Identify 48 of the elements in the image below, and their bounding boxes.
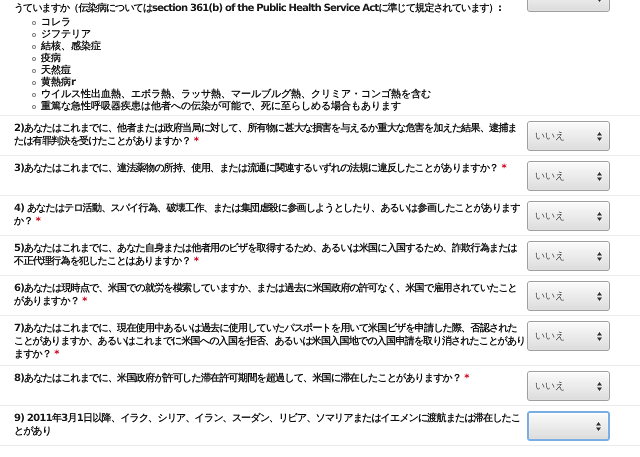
up-down-caret-icon bbox=[597, 252, 602, 260]
list-item: 重篤な急性呼吸器疾患は他者への伝染が可能で、死に至らしめる場合もあります bbox=[41, 101, 401, 113]
up-down-caret-icon bbox=[597, 382, 602, 390]
question-text: 2)あなたはこれまでに、他者または政府当局に対して、所有物に甚大な損害を与えるか重大な危害を加えた結果、逮捕または有罪判決を受けたことがありますか？ * bbox=[14, 122, 518, 148]
bullet-icon bbox=[32, 57, 36, 61]
question-text: うていますか（伝染病についてはsection 361(b) of the Public Health Service Actに準じて規定されています）: bbox=[14, 2, 502, 15]
list-item: コレラ bbox=[41, 17, 71, 29]
bullet-icon bbox=[32, 33, 36, 37]
list-item: 天然痘 bbox=[41, 65, 71, 76]
answer-dropdown[interactable] bbox=[527, 411, 610, 441]
question-text: 5)あなたはこれまでに、あなた自身または他者用のビザを取得するため、あるいは米国に入国するため、詐欺行為または不正代理行為を犯したことはありますか？ * bbox=[14, 242, 518, 268]
bullet-icon bbox=[32, 69, 36, 73]
answer-dropdown[interactable]: いいえ bbox=[527, 201, 610, 231]
list-item: ジフテリア bbox=[41, 29, 91, 40]
bullet-icon bbox=[32, 81, 36, 85]
question-text: 4) あなたはテロ活動、スパイ行為、破壊工作、または集団虐殺に参画しようとしたり、あるいは参画したことがありますか？ * bbox=[14, 202, 521, 228]
required-mark: * bbox=[36, 216, 40, 227]
list-item: 黄熱病r bbox=[41, 77, 76, 89]
answer-dropdown[interactable]: いいえ bbox=[527, 161, 610, 191]
question-text: 6)あなたは現時点で、米国での就労を模索していますか、または過去に米国政府の許可なく、米国で雇用されていたことがありますか？ * bbox=[14, 282, 518, 308]
required-mark: * bbox=[194, 256, 198, 267]
answer-dropdown[interactable]: いいえ bbox=[527, 281, 610, 311]
up-down-caret-icon bbox=[596, 422, 601, 430]
up-down-caret-icon bbox=[597, 292, 602, 300]
up-down-caret-icon bbox=[597, 172, 602, 180]
required-mark: * bbox=[501, 163, 506, 174]
list-item: ウイルス性出血熱、エボラ熱、ラッサ熱、マールブルグ熱、クリミア・コンゴ熱を含む bbox=[41, 89, 431, 100]
bullet-icon bbox=[32, 21, 36, 25]
question-text: 9) 2011年3月1日以降、イラク、シリア、イラン、スーダン、リビア、ソマリアまたはイエメンに渡航または滞在したことがあり bbox=[14, 412, 522, 438]
answer-dropdown[interactable]: いいえ bbox=[527, 321, 610, 351]
required-mark: * bbox=[82, 296, 87, 307]
bullet-icon bbox=[32, 93, 36, 97]
question-text: 3)あなたはこれまでに、違法薬物の所持、使用、または流通に関連するいずれの法規に違反したことがありますか？ * bbox=[14, 162, 508, 175]
list-item: 疫病 bbox=[41, 53, 61, 64]
required-mark: * bbox=[54, 349, 59, 360]
answer-dropdown[interactable]: いいえ bbox=[527, 121, 610, 151]
question-text: 8)あなたはこれまでに、米国政府が許可した滞在許可期間を超過して、米国に滞在したことがありますか？ * bbox=[14, 372, 470, 385]
question-text: 7)あなたはこれまでに、現在使用中あるいは過去に使用していたパスポートを用いて米国ビザを申請した際、否認されたことがありますか、あるいはこれまでに米国への入国を拒否、あるいは米国入国地での入国申請を取り消されたことがありますか？ * bbox=[14, 322, 526, 361]
up-down-caret-icon bbox=[597, 332, 602, 340]
answer-dropdown[interactable]: いいえ bbox=[527, 371, 610, 401]
up-down-caret-icon bbox=[597, 132, 602, 140]
required-mark: * bbox=[194, 136, 198, 147]
bullet-icon bbox=[32, 45, 36, 49]
list-item: 結核、感染症 bbox=[41, 41, 101, 52]
up-down-caret-icon bbox=[597, 212, 602, 220]
bullet-icon bbox=[32, 105, 36, 109]
required-mark: * bbox=[464, 373, 469, 384]
answer-dropdown[interactable]: いいえ bbox=[527, 241, 610, 271]
